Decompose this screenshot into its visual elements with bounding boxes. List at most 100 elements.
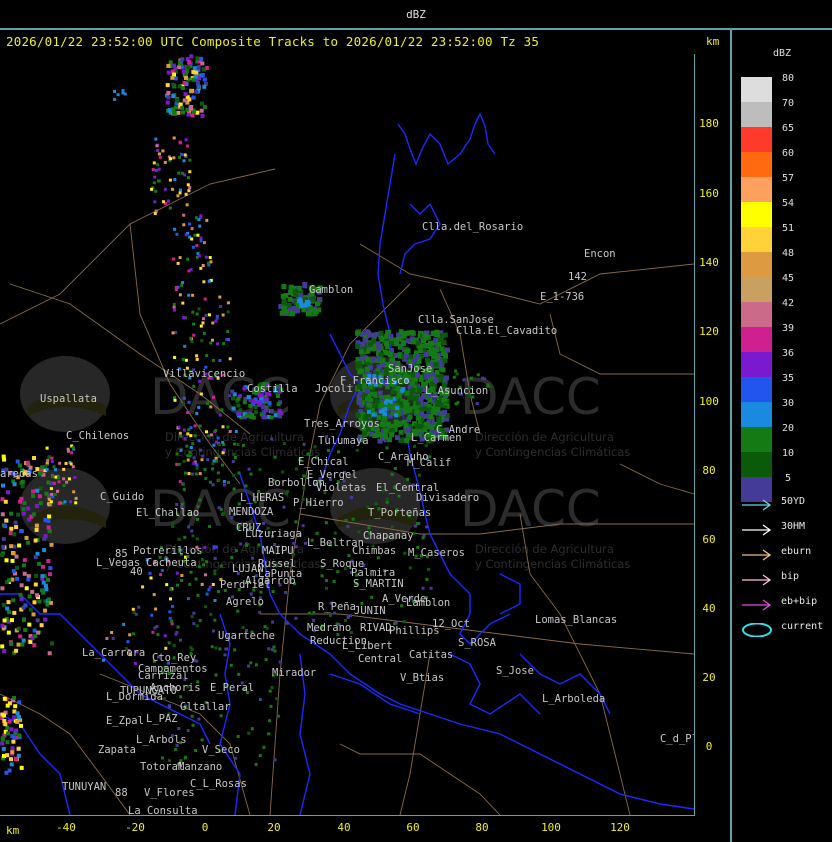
top-bar: dBZ — [0, 0, 832, 30]
place-label: Mirador — [272, 667, 316, 679]
svg-text:y Contingencias Climáticas: y Contingencias Climáticas — [475, 557, 630, 571]
place-label: E_Chical — [298, 456, 349, 468]
track-legend-item: bip — [741, 571, 831, 587]
legend-label: 48 — [781, 248, 795, 259]
place-label: E_1-736 — [540, 291, 584, 303]
track-legend-label: current — [781, 621, 824, 632]
legend-label: 70 — [781, 98, 795, 109]
place-label: V_Flores — [144, 787, 195, 799]
track-legend-label: 30HM — [781, 521, 806, 532]
track-legend-item: eb+bip — [741, 596, 831, 612]
y-tick-label: 140 — [699, 256, 719, 269]
place-label: L_Libert — [342, 640, 393, 652]
y-tick-label: 180 — [699, 117, 719, 130]
place-label: S_MARTIN — [353, 578, 404, 590]
legend-label: 30 — [781, 398, 795, 409]
radar-map-canvas: DACCDirección de Agriculturay Contingenc… — [0, 54, 694, 815]
y-tick-label: 20 — [702, 671, 716, 684]
place-label: La_Carrera — [82, 647, 145, 659]
y-tick-label: 0 — [705, 740, 713, 753]
legend-swatch — [741, 127, 772, 152]
svg-text:y Contingencias Climáticas: y Contingencias Climáticas — [475, 445, 630, 459]
place-label: Gamblon — [309, 284, 353, 296]
place-label: L_PAZ — [146, 713, 178, 725]
place-label: R_Peña — [318, 601, 356, 613]
place-label: S_ROSA — [458, 637, 497, 649]
place-label: Carrizal — [138, 670, 189, 682]
y-tick-label: 100 — [699, 395, 719, 408]
plot-title: 2026/01/22 23:52:00 UTC Composite Tracks… — [6, 34, 540, 49]
radar-map[interactable]: DACC Dirección de Agricultura y Contingenc… — [0, 54, 695, 816]
place-label: SanJose — [388, 363, 432, 375]
legend-swatch — [741, 277, 772, 302]
x-tick-label: -40 — [56, 821, 76, 834]
legend-label: 20 — [781, 423, 795, 434]
place-label: E_Peral — [210, 682, 254, 694]
place-label: 40 — [130, 566, 143, 578]
legend-label: 60 — [781, 148, 795, 159]
legend-label: 54 — [781, 198, 795, 209]
track-legend-item: 50YD — [741, 496, 831, 512]
legend-label: 80 — [781, 73, 795, 84]
legend-swatch — [741, 327, 772, 352]
place-label: C_Chilenos — [66, 430, 129, 442]
y-axis-unit: km — [706, 35, 720, 48]
place-label: V_Seco — [202, 744, 240, 756]
place-label: Encon — [584, 248, 616, 260]
place-label: 12_Oct — [432, 618, 470, 630]
y-tick-label: 80 — [702, 464, 716, 477]
place-label: Chimbas — [352, 545, 396, 557]
track-arrow-icon — [742, 524, 772, 536]
legend-swatch — [741, 377, 772, 402]
place-label: Algarrob — [245, 575, 296, 587]
title-bar: 2026/01/22 23:52:00 UTC Composite Tracks… — [0, 32, 730, 52]
place-label: S_Jose — [496, 665, 534, 677]
place-label: Clla.El_Cavadito — [456, 325, 557, 337]
x-tick-label: 20 — [267, 821, 281, 834]
place-label: L_Arboleda — [542, 693, 605, 705]
place-label: Violetas — [316, 482, 367, 494]
legend-swatch — [741, 402, 772, 427]
current-cell-icon — [742, 623, 772, 637]
unit-title: dBZ — [406, 8, 426, 21]
place-label: Divisadero — [416, 492, 479, 504]
place-label: Gltallar — [180, 701, 231, 713]
legend-swatch — [741, 202, 772, 227]
place-label: JUNIN — [354, 605, 386, 617]
y-tick-label: 40 — [702, 602, 716, 615]
place-label: El_Challao — [136, 507, 199, 519]
legend-label: 45 — [781, 273, 795, 284]
legend-label: 35 — [781, 373, 795, 384]
track-legend-label: bip — [781, 571, 800, 582]
legend-label: 57 — [781, 173, 795, 184]
track-legend-item: 30HM — [741, 521, 831, 537]
place-label: C_Guido — [100, 491, 144, 503]
legend-swatch — [741, 152, 772, 177]
track-arrow-icon — [742, 574, 772, 586]
place-label: Cacheuta — [146, 557, 197, 569]
place-label: RIVAD — [360, 622, 392, 634]
place-label: Lamblon — [406, 597, 450, 609]
legend-swatch — [741, 352, 772, 377]
place-label: V_Btias — [400, 672, 444, 684]
place-label: MAIPU — [262, 545, 294, 557]
place-label: Tulumaya — [318, 435, 369, 447]
track-legend-label: eb+bip — [781, 596, 818, 607]
x-tick-label: 100 — [541, 821, 561, 834]
legend-label: 36 — [781, 348, 795, 359]
place-label: aredas — [0, 468, 38, 480]
legend-label: 5 — [784, 473, 792, 484]
place-label: L_Dormida — [106, 691, 163, 703]
track-arrow-icon — [742, 599, 772, 611]
place-label: Agrelo — [226, 596, 264, 608]
place-label: L_Arbols — [136, 734, 187, 746]
legend-swatch — [741, 302, 772, 327]
place-label: Villavicencio — [163, 368, 245, 380]
place-label: 142 — [568, 271, 587, 283]
place-label: M_Caseros — [408, 547, 465, 559]
place-label: Manzano — [178, 761, 222, 773]
place-label: Uspallata — [40, 393, 97, 405]
track-legend-item: eburn — [741, 546, 831, 562]
place-label: Lomas_Blancas — [535, 614, 617, 626]
x-tick-label: -20 — [125, 821, 145, 834]
